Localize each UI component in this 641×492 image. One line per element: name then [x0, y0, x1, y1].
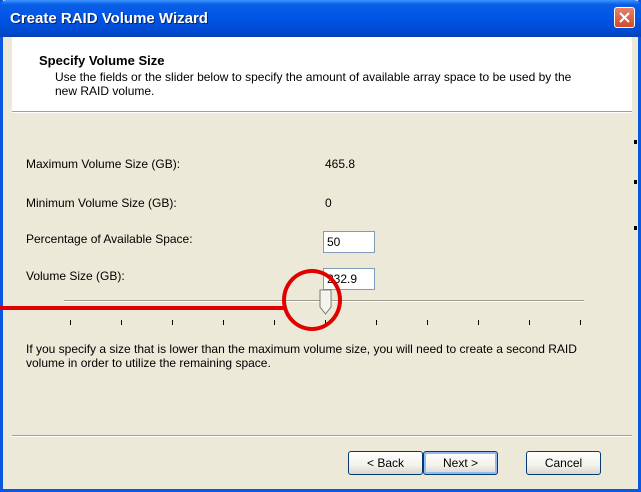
- background-edge-mark: [634, 140, 637, 144]
- title-bar[interactable]: Create RAID Volume Wizard: [0, 0, 641, 37]
- close-icon: [619, 12, 630, 23]
- footer-divider: [12, 435, 632, 437]
- slider-tick: [427, 320, 428, 325]
- cancel-button[interactable]: Cancel: [526, 451, 601, 475]
- slider-tick: [529, 320, 530, 325]
- slider-tick: [376, 320, 377, 325]
- percentage-label: Percentage of Available Space:: [26, 232, 193, 246]
- max-size-value: 465.8: [325, 157, 356, 171]
- window-title: Create RAID Volume Wizard: [10, 10, 208, 27]
- back-button[interactable]: < Back: [348, 451, 423, 475]
- header-divider: [12, 111, 632, 113]
- annotation-arrow-line: [0, 306, 285, 310]
- min-size-label: Minimum Volume Size (GB):: [26, 196, 177, 210]
- slider-tick: [121, 320, 122, 325]
- slider-tick: [172, 320, 173, 325]
- annotation-circle: [282, 269, 342, 331]
- max-size-label: Maximum Volume Size (GB):: [26, 157, 181, 171]
- volume-size-label: Volume Size (GB):: [26, 269, 125, 283]
- slider-tick: [274, 320, 275, 325]
- wizard-header: Specify Volume Size Use the fields or th…: [12, 37, 632, 111]
- slider-tick: [580, 320, 581, 325]
- percentage-input[interactable]: [323, 231, 375, 253]
- close-button[interactable]: [614, 7, 635, 28]
- background-edge-mark: [634, 226, 637, 230]
- background-edge-mark: [634, 180, 637, 184]
- slider-tick: [478, 320, 479, 325]
- slider-tick: [70, 320, 71, 325]
- remaining-space-note: If you specify a size that is lower than…: [26, 342, 577, 370]
- next-button[interactable]: Next >: [423, 451, 498, 475]
- min-size-value: 0: [325, 196, 332, 210]
- page-description: Use the fields or the slider below to sp…: [55, 70, 572, 98]
- slider-tick: [223, 320, 224, 325]
- page-title: Specify Volume Size: [39, 53, 165, 68]
